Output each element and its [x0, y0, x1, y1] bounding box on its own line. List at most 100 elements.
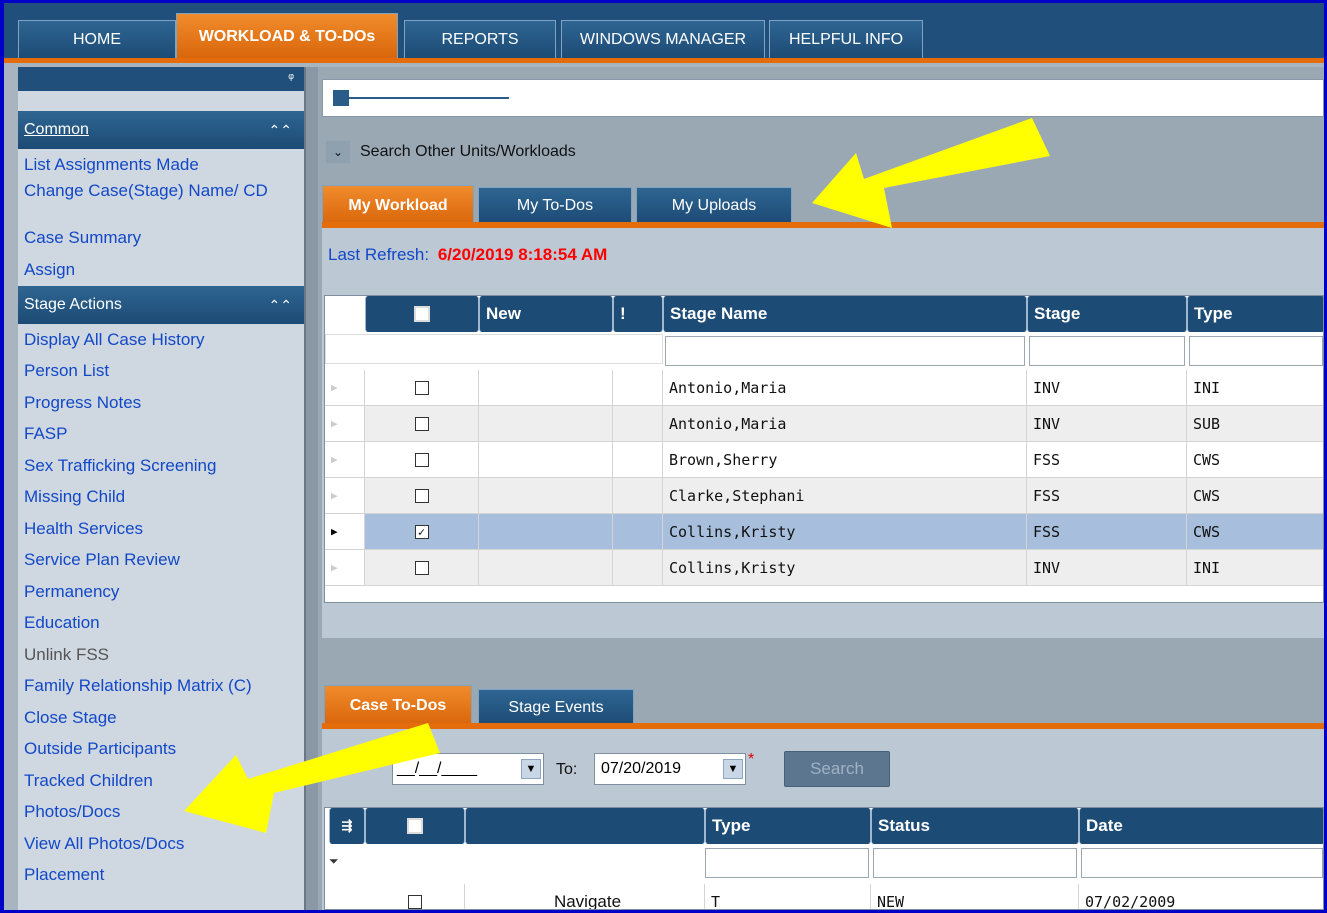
row-select[interactable]: [365, 478, 479, 514]
row-checkbox[interactable]: [414, 560, 429, 575]
filter-type[interactable]: [705, 848, 869, 878]
tab-stage-events[interactable]: Stage Events: [478, 689, 634, 725]
sidebar-item-sex-trafficking-screening[interactable]: Sex Trafficking Screening: [18, 456, 304, 480]
nav-tab-reports[interactable]: REPORTS: [404, 20, 556, 58]
col-new[interactable]: New: [479, 296, 613, 332]
sidebar-item-assign[interactable]: Assign: [18, 260, 304, 284]
nav-tab-workload[interactable]: WORKLOAD & TO-DOs: [176, 13, 398, 59]
row-type: CWS: [1187, 514, 1323, 550]
filter-status[interactable]: [873, 848, 1077, 878]
date-from-input[interactable]: __/__/____ ▼: [392, 753, 544, 785]
workload-grid: New ! Stage Name Stage Type ⏷ ▶Antonio,M…: [324, 295, 1324, 603]
sidebar-item-service-plan-review[interactable]: Service Plan Review: [18, 550, 304, 574]
sidebar-item-family-relationship-matrix-c[interactable]: Family Relationship Matrix (C): [18, 676, 304, 700]
splitter[interactable]: [304, 67, 318, 910]
sidebar-item-list-assignments[interactable]: List Assignments Made: [18, 155, 304, 179]
sidebar-item-fasp[interactable]: FASP: [18, 424, 304, 448]
col-status[interactable]: Status: [871, 808, 1079, 844]
sidebar-item-outside-participants[interactable]: Outside Participants: [18, 739, 304, 763]
row-select[interactable]: ✓: [365, 514, 479, 550]
col-priority[interactable]: !: [613, 296, 663, 332]
row-select[interactable]: [365, 442, 479, 478]
tab-my-todos[interactable]: My To-Dos: [478, 187, 632, 223]
table-row[interactable]: Navigate T NEW 07/02/2009: [325, 884, 1323, 909]
sidebar-item-case-summary[interactable]: Case Summary: [18, 228, 304, 252]
nav-tab-helpful-info[interactable]: HELPFUL INFO: [769, 20, 923, 58]
filter-stage-name[interactable]: [665, 336, 1025, 366]
sidebar-item-close-stage[interactable]: Close Stage: [18, 708, 304, 732]
table-row[interactable]: ▶ Antonio,Maria INV INI: [325, 370, 1323, 406]
sidebar-item-photos-docs[interactable]: Photos/Docs: [18, 802, 304, 826]
row-action[interactable]: Navigate: [465, 884, 705, 909]
collapse-icon[interactable]: ⌃⌃: [269, 297, 292, 314]
tab-case-todos[interactable]: Case To-Dos: [324, 685, 472, 725]
col-type[interactable]: Type: [705, 808, 871, 844]
select-all-header[interactable]: [365, 808, 465, 844]
row-select[interactable]: [365, 550, 479, 586]
last-refresh: Last Refresh: 6/20/2019 8:18:54 AM: [328, 245, 607, 265]
chevron-down-icon[interactable]: ▼: [723, 759, 743, 779]
row-checkbox[interactable]: [414, 416, 429, 431]
row-stage-name: Collins,Kristy: [663, 550, 1027, 586]
table-row[interactable]: ▶ Brown,Sherry FSS CWS: [325, 442, 1323, 478]
filter-date[interactable]: [1081, 848, 1323, 878]
row-checkbox[interactable]: [414, 380, 429, 395]
row-checkbox[interactable]: [414, 488, 429, 503]
sidebar-item-view-all-photos-docs[interactable]: View All Photos/Docs: [18, 834, 304, 858]
date-to-input[interactable]: 07/20/2019 ▼: [594, 753, 746, 785]
pin-icon[interactable]: ᵠ: [18, 67, 304, 91]
table-row[interactable]: ▶ Clarke,Stephani FSS CWS: [325, 478, 1323, 514]
select-all-checkbox[interactable]: [414, 306, 430, 322]
select-all-checkbox[interactable]: [407, 818, 423, 834]
row-stage-name: Antonio,Maria: [663, 370, 1027, 406]
filter-type[interactable]: [1189, 336, 1323, 366]
row-checkbox[interactable]: [414, 452, 429, 467]
nav-tab-windows-manager[interactable]: WINDOWS MANAGER: [561, 20, 765, 58]
row-select[interactable]: [365, 370, 479, 406]
col-action[interactable]: [465, 808, 705, 844]
sidebar-item-progress-notes[interactable]: Progress Notes: [18, 393, 304, 417]
col-date[interactable]: Date: [1079, 808, 1323, 844]
sidebar-section-common[interactable]: Common ⌃⌃: [18, 111, 304, 149]
slider-thumb[interactable]: [333, 90, 349, 106]
row-select[interactable]: [365, 406, 479, 442]
sidebar-item-change-case-name[interactable]: Change Case(Stage) Name/ CD: [18, 182, 304, 224]
tab-my-uploads[interactable]: My Uploads: [636, 187, 792, 223]
sidebar-item-education[interactable]: Education: [18, 613, 304, 637]
sidebar-item-missing-child[interactable]: Missing Child: [18, 487, 304, 511]
sidebar-item-placement[interactable]: Placement: [18, 865, 304, 889]
row-new: [479, 478, 613, 514]
chevron-down-icon[interactable]: ▼: [521, 759, 541, 779]
row-checkbox[interactable]: [407, 894, 422, 909]
row-type: SUB: [1187, 406, 1323, 442]
col-stage-name[interactable]: Stage Name: [663, 296, 1027, 332]
row-checkbox[interactable]: ✓: [414, 524, 429, 539]
search-other-toggle[interactable]: ⌄ Search Other Units/Workloads: [326, 141, 576, 163]
search-button[interactable]: Search: [784, 751, 890, 787]
date-to-value: 07/20/2019: [601, 760, 682, 777]
table-row[interactable]: ▶ ✓ Collins,Kristy FSS CWS: [325, 514, 1323, 550]
tab-my-workload[interactable]: My Workload: [322, 185, 474, 225]
expand-all-icon[interactable]: ⇶: [329, 808, 365, 844]
table-row[interactable]: ▶ Collins,Kristy INV INI: [325, 550, 1323, 586]
row-indicator-icon: ▶: [325, 442, 365, 478]
filter-stage[interactable]: [1029, 336, 1185, 366]
sidebar-section-stage-actions[interactable]: Stage Actions ⌃⌃: [18, 286, 304, 324]
filter-icon[interactable]: ⏷: [329, 854, 339, 869]
sidebar-item-display-all-case-history[interactable]: Display All Case History: [18, 330, 304, 354]
chevron-down-icon[interactable]: ⌄: [326, 141, 350, 163]
col-type[interactable]: Type: [1187, 296, 1323, 332]
date-from-value: __/__/____: [397, 760, 478, 777]
nav-tab-home[interactable]: HOME: [18, 20, 176, 58]
col-stage[interactable]: Stage: [1027, 296, 1187, 332]
zoom-slider[interactable]: [322, 79, 1324, 117]
sidebar-item-permanency[interactable]: Permanency: [18, 582, 304, 606]
sidebar-item-person-list[interactable]: Person List: [18, 361, 304, 385]
table-row[interactable]: ▶ Antonio,Maria INV SUB: [325, 406, 1323, 442]
sidebar-item-health-services[interactable]: Health Services: [18, 519, 304, 543]
select-all-header[interactable]: [365, 296, 479, 332]
collapse-icon[interactable]: ⌃⌃: [269, 122, 292, 139]
sidebar-item-unlink-fss: Unlink FSS: [24, 644, 110, 664]
sidebar-item-tracked-children[interactable]: Tracked Children: [18, 771, 304, 795]
row-stage-name: Collins,Kristy: [663, 514, 1027, 550]
